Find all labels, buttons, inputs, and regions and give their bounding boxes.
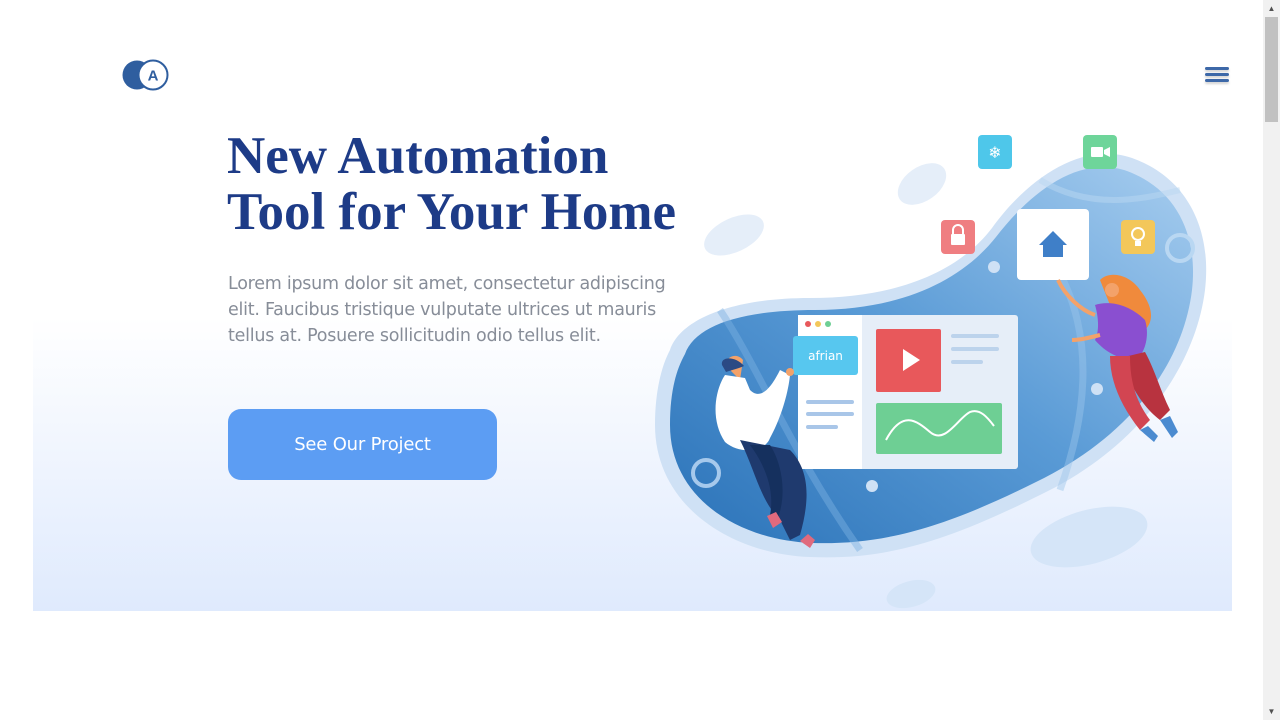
title-line-2: Tool for Your Home — [227, 183, 677, 241]
title-line-1: New Automation — [227, 127, 609, 185]
home-icon — [1017, 209, 1089, 280]
hero-description: Lorem ipsum dolor sit amet, consectetur … — [228, 274, 666, 346]
bg-splash — [886, 579, 936, 609]
page-title: New Automation Tool for Your Home — [227, 128, 676, 240]
scroll-down-arrow-icon[interactable]: ▼ — [1263, 703, 1280, 720]
card-label: afrian — [808, 349, 843, 363]
bg-splash — [1030, 506, 1148, 568]
lock-icon — [941, 220, 975, 254]
bg-splash — [897, 163, 947, 205]
logo-letter: A — [148, 68, 159, 85]
label-tag: afrian — [793, 336, 858, 375]
scrollbar[interactable]: ▲ ▼ — [1263, 0, 1280, 720]
lightbulb-icon — [1121, 220, 1155, 254]
hero-illustration: afrian ❄ — [655, 135, 1207, 609]
video-camera-icon — [1083, 135, 1117, 169]
hamburger-menu-icon[interactable] — [1203, 64, 1231, 88]
scrollbar-thumb[interactable] — [1265, 17, 1278, 122]
bg-splash — [704, 214, 764, 256]
svg-text:❄: ❄ — [988, 143, 1001, 162]
logo[interactable]: A — [122, 59, 170, 91]
snowflake-icon: ❄ — [978, 135, 1012, 169]
scroll-up-arrow-icon[interactable]: ▲ — [1263, 0, 1280, 17]
see-our-project-button[interactable]: See Our Project — [228, 409, 497, 480]
